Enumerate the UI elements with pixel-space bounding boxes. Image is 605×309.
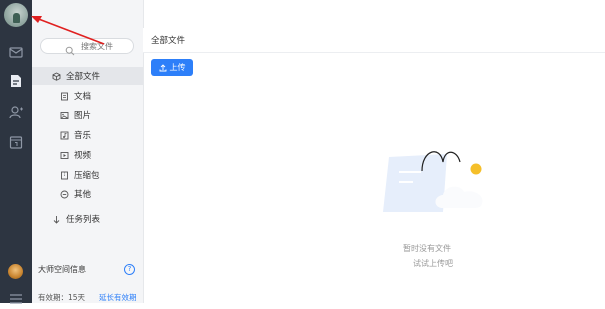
empty-illustration: [375, 140, 495, 220]
sidebar-item-label: 图片: [74, 111, 92, 121]
page-title: 全部文件: [151, 36, 186, 46]
sidebar: 全部文件 文档 图片 音乐 视频 压缩包 其他 任务列表 大师空间信息 ? 有效…: [32, 0, 144, 303]
zip-icon: [60, 171, 69, 180]
sidebar-item-label: 压缩包: [74, 171, 100, 181]
sidebar-item-label: 任务列表: [66, 215, 101, 225]
main-header: 全部文件: [143, 28, 605, 53]
sidebar-item-all-files[interactable]: 全部文件: [32, 67, 143, 85]
space-info-title: 大师空间信息: [38, 265, 86, 274]
search-input[interactable]: [81, 39, 129, 53]
empty-state-title: 暂时没有文件: [403, 244, 451, 253]
user-avatar[interactable]: [4, 3, 28, 27]
sidebar-item-label: 视频: [74, 151, 92, 161]
sidebar-item-music[interactable]: 音乐: [32, 126, 143, 144]
other-icon: [60, 190, 69, 199]
validity-text: 有效期：15天: [38, 293, 86, 302]
search-box[interactable]: [40, 38, 134, 56]
sidebar-item-label: 全部文件: [66, 72, 101, 82]
menu-icon[interactable]: [9, 290, 23, 304]
sidebar-item-label: 文档: [74, 92, 92, 102]
sidebar-item-other[interactable]: 其他: [32, 185, 143, 203]
mail-icon[interactable]: [8, 44, 24, 60]
cube-icon: [52, 71, 61, 81]
music-icon: [60, 131, 69, 140]
upload-label: 上传: [169, 63, 186, 72]
sidebar-item-tasks[interactable]: 任务列表: [32, 210, 143, 228]
empty-state-subtitle: 试试上传吧: [413, 259, 453, 268]
sidebar-item-label: 音乐: [74, 131, 92, 141]
sidebar-item-docs[interactable]: 文档: [32, 87, 143, 105]
sidebar-item-archives[interactable]: 压缩包: [32, 166, 143, 184]
task-icon: [52, 215, 61, 224]
contacts-icon[interactable]: [8, 104, 24, 120]
app-rail: [0, 0, 32, 304]
help-icon[interactable]: ?: [124, 264, 135, 275]
sidebar-item-images[interactable]: 图片: [32, 106, 143, 124]
files-icon[interactable]: [8, 73, 24, 89]
calendar-icon[interactable]: [8, 134, 24, 150]
sidebar-item-label: 其他: [74, 190, 92, 200]
sidebar-item-video[interactable]: 视频: [32, 146, 143, 164]
extend-validity-link[interactable]: 延长有效期: [99, 292, 137, 303]
upload-button[interactable]: 上传: [151, 59, 193, 76]
profile-avatar[interactable]: [8, 264, 23, 279]
video-icon: [60, 151, 69, 160]
upload-icon: [159, 63, 166, 71]
image-icon: [60, 111, 69, 120]
search-icon: [65, 41, 75, 56]
doc-icon: [60, 92, 69, 101]
